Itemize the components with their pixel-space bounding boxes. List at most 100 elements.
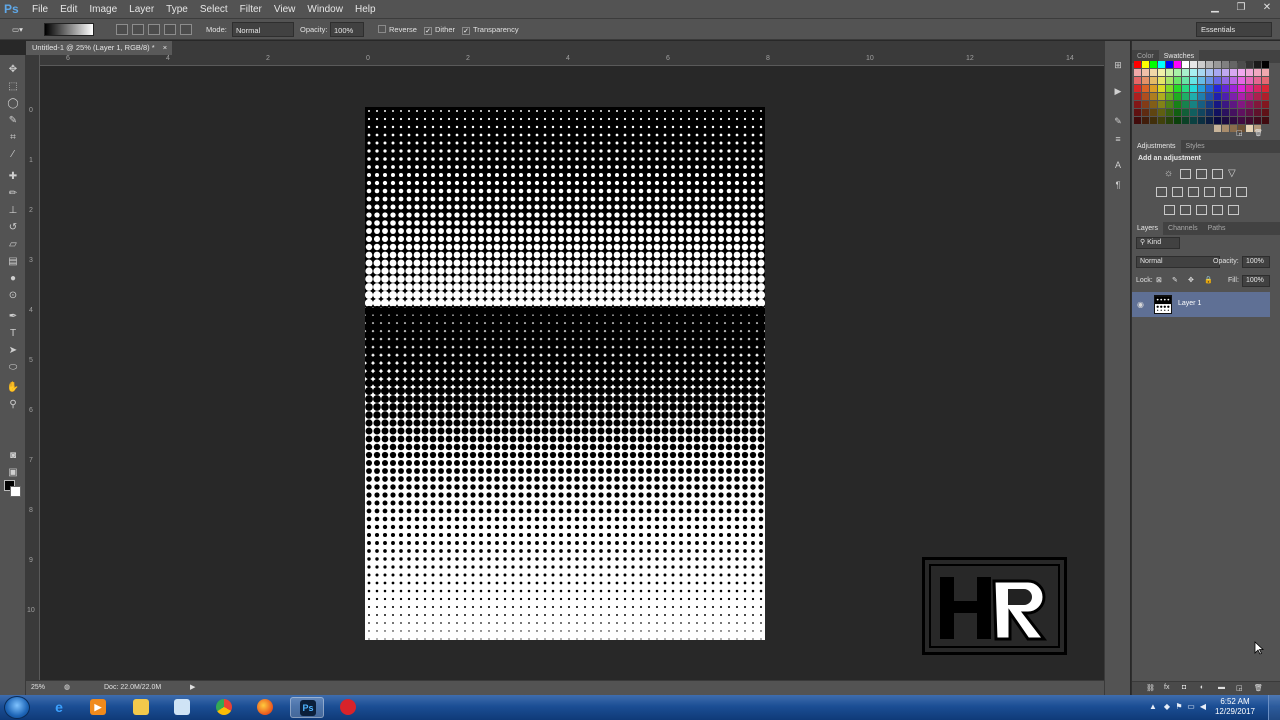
reverse-checkbox[interactable]: Reverse — [378, 22, 417, 37]
photo-filter-adjustment-icon[interactable] — [1204, 187, 1215, 197]
menu-select[interactable]: Select — [194, 0, 234, 19]
tab-channels[interactable]: Channels — [1163, 222, 1203, 235]
levels-adjustment-icon[interactable] — [1180, 169, 1191, 179]
brush-panel-icon[interactable]: ✎ — [1112, 115, 1124, 127]
tab-adjustments[interactable]: Adjustments — [1132, 140, 1181, 153]
paragraph-panel-icon[interactable]: ¶ — [1112, 179, 1124, 191]
marquee-tool-icon[interactable]: ⬚ — [5, 80, 21, 94]
layer-style-icon[interactable]: fx — [1164, 684, 1169, 691]
exposure-adjustment-icon[interactable] — [1212, 169, 1223, 179]
menu-file[interactable]: File — [26, 0, 54, 19]
add-mask-icon[interactable]: ◘ — [1182, 684, 1186, 691]
lock-image-icon[interactable]: ✎ — [1172, 276, 1178, 284]
transparency-checkbox[interactable]: ✓ Transparency — [462, 22, 519, 37]
reflected-gradient-icon[interactable] — [164, 24, 176, 35]
document-tab[interactable]: Untitled-1 @ 25% (Layer 1, RGB/8) * × — [26, 41, 172, 55]
photoshop-icon[interactable]: Ps — [290, 697, 324, 718]
tab-styles[interactable]: Styles — [1181, 140, 1210, 153]
history-panel-icon[interactable]: ⊞ — [1112, 59, 1124, 71]
type-tool-icon[interactable]: T — [5, 327, 21, 341]
file-explorer-icon[interactable] — [124, 697, 158, 718]
zoom-level[interactable]: 25% — [31, 684, 45, 691]
history-brush-tool-icon[interactable]: ↺ — [5, 221, 21, 235]
new-swatch-icon[interactable]: ◲ — [1236, 129, 1243, 137]
background-color-swatch[interactable] — [10, 486, 21, 497]
dodge-tool-icon[interactable]: ⊙ — [5, 289, 21, 303]
mode-select[interactable]: Normal — [232, 22, 294, 37]
color-balance-adjustment-icon[interactable] — [1172, 187, 1183, 197]
zoom-tool-icon[interactable]: ⚲ — [5, 398, 21, 412]
close-tab-icon[interactable]: × — [163, 43, 167, 52]
screen-mode-icon[interactable]: ▣ — [5, 466, 21, 480]
quick-select-tool-icon[interactable]: ✎ — [5, 114, 21, 128]
hue-saturation-adjustment-icon[interactable] — [1156, 187, 1167, 197]
menu-help[interactable]: Help — [349, 0, 382, 19]
opera-icon[interactable] — [331, 697, 365, 718]
fill-field[interactable]: 100% — [1242, 275, 1270, 287]
show-desktop-button[interactable] — [1268, 695, 1280, 720]
lock-all-icon[interactable]: 🔒 — [1204, 276, 1213, 284]
menu-layer[interactable]: Layer — [123, 0, 160, 19]
firefox-icon[interactable] — [248, 697, 282, 718]
document-canvas[interactable] — [365, 107, 765, 640]
brush-tool-icon[interactable]: ✏ — [5, 187, 21, 201]
character-panel-icon[interactable]: A — [1112, 159, 1124, 171]
gradient-map-adjustment-icon[interactable] — [1212, 205, 1223, 215]
angle-gradient-icon[interactable] — [148, 24, 160, 35]
pen-tool-icon[interactable]: ✒ — [5, 310, 21, 324]
selective-color-adjustment-icon[interactable] — [1228, 205, 1239, 215]
delete-swatch-icon[interactable]: 🗑 — [1254, 129, 1263, 137]
gradient-tool-icon[interactable]: ▤ — [5, 255, 21, 269]
network-icon[interactable]: ▭ — [1186, 702, 1196, 712]
tool-preset-icon[interactable]: ▭▾ — [12, 22, 28, 37]
posterize-adjustment-icon[interactable] — [1180, 205, 1191, 215]
new-layer-icon[interactable]: ◲ — [1236, 684, 1243, 692]
volume-icon[interactable]: ◀ — [1198, 702, 1208, 712]
menu-type[interactable]: Type — [160, 0, 194, 19]
actions-panel-icon[interactable]: ▶ — [1112, 85, 1124, 97]
color-lookup-adjustment-icon[interactable] — [1236, 187, 1247, 197]
menu-view[interactable]: View — [268, 0, 302, 19]
visibility-eye-icon[interactable]: ◉ — [1137, 300, 1144, 309]
layer-row[interactable]: ◉ Layer 1 — [1132, 292, 1270, 317]
linear-gradient-icon[interactable] — [116, 24, 128, 35]
clock-time[interactable]: 6:52 AM — [1210, 697, 1260, 706]
ellipse-tool-icon[interactable]: ⬭ — [5, 361, 21, 375]
notepad-icon[interactable] — [165, 697, 199, 718]
quick-mask-icon[interactable]: ◙ — [5, 449, 21, 463]
reverse-check-box[interactable] — [378, 25, 386, 33]
lock-position-icon[interactable]: ✥ — [1188, 276, 1194, 284]
delete-layer-icon[interactable]: 🗑 — [1254, 684, 1263, 692]
channel-mixer-adjustment-icon[interactable] — [1220, 187, 1231, 197]
diamond-gradient-icon[interactable] — [180, 24, 192, 35]
brush-presets-icon[interactable]: ≡ — [1112, 133, 1124, 145]
lock-transparent-icon[interactable]: ⊠ — [1156, 276, 1162, 284]
blur-tool-icon[interactable]: ● — [5, 272, 21, 286]
action-center-icon[interactable]: ⚑ — [1174, 702, 1184, 712]
curves-adjustment-icon[interactable] — [1196, 169, 1207, 179]
restore-icon[interactable]: ❐ — [1234, 1, 1248, 15]
healing-brush-tool-icon[interactable]: ✚ — [5, 170, 21, 184]
start-button[interactable] — [4, 696, 30, 719]
internet-explorer-icon[interactable]: e — [42, 697, 76, 718]
move-tool-icon[interactable]: ✥ — [5, 63, 21, 77]
tray-expand-icon[interactable]: ▲ — [1148, 702, 1158, 712]
workspace-select[interactable]: Essentials — [1196, 22, 1272, 37]
black-white-adjustment-icon[interactable] — [1188, 187, 1199, 197]
status-info-icon[interactable]: ◍ — [64, 683, 70, 691]
radial-gradient-icon[interactable] — [132, 24, 144, 35]
tab-paths[interactable]: Paths — [1203, 222, 1231, 235]
menu-edit[interactable]: Edit — [54, 0, 83, 19]
swatches-grid[interactable] — [1134, 61, 1270, 141]
clock-date[interactable]: 12/29/2017 — [1210, 707, 1260, 716]
dither-check-icon[interactable]: ✓ — [424, 27, 432, 35]
dither-checkbox[interactable]: ✓ Dither — [424, 22, 455, 37]
media-player-icon[interactable]: ▶ — [81, 697, 115, 718]
invert-adjustment-icon[interactable] — [1164, 205, 1175, 215]
vibrance-adjustment-icon[interactable]: ▽ — [1228, 169, 1239, 179]
menu-image[interactable]: Image — [83, 0, 123, 19]
tray-app-icon[interactable]: ◆ — [1162, 702, 1172, 712]
eyedropper-tool-icon[interactable]: ⁄ — [5, 148, 21, 162]
crop-tool-icon[interactable]: ⌗ — [5, 131, 21, 145]
layer-opacity-field[interactable]: 100% — [1242, 256, 1270, 268]
